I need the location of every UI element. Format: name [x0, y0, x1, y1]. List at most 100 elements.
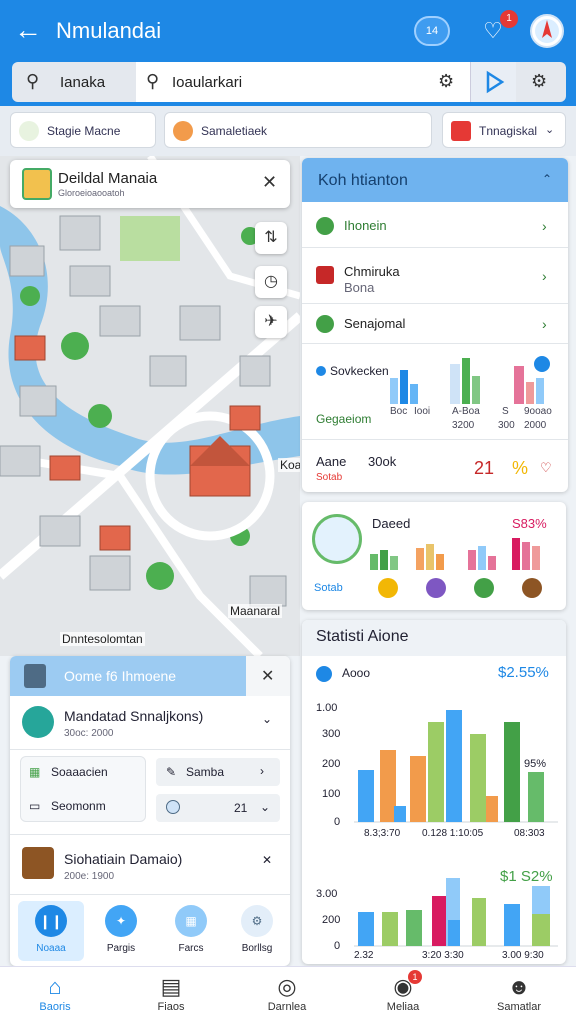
place-subtitle: Gloroeioaooatoh	[58, 188, 125, 198]
statistics-percent: $2.55%	[498, 664, 549, 681]
action-button[interactable]: ⚙ Borllsg	[224, 901, 290, 961]
heart-icon[interactable]: ♡	[540, 460, 552, 476]
action-button[interactable]: ❙❙ Noaaa	[18, 901, 84, 961]
details-row[interactable]: Siohatiain Damaio) 200e: 1900 ✕	[10, 834, 290, 890]
map-label: Maanaral	[228, 604, 283, 618]
speed-icon[interactable]: ◷	[255, 266, 287, 298]
info-panel-title: Koh htianton	[318, 172, 408, 189]
nav-item-profile[interactable]: ☻ Samatlar	[474, 973, 564, 1013]
chevron-right-icon: ›	[260, 764, 264, 778]
task-chip[interactable]: 14	[414, 16, 450, 46]
chevron-right-icon: ›	[542, 218, 547, 234]
details-close-button[interactable]: ✕	[246, 656, 290, 696]
camera-icon: ◉	[393, 974, 413, 999]
stats-link[interactable]: Gegaeiom	[316, 412, 371, 426]
info-row[interactable]: Ihonein ›	[302, 204, 568, 248]
info-row[interactable]: Chmiruka Bona ›	[302, 248, 568, 304]
statistics-legend: Aooo	[342, 666, 371, 680]
temple-icon	[22, 847, 54, 879]
info-row[interactable]: Senajomal ›	[302, 304, 568, 344]
chevron-up-icon[interactable]: ⌃	[542, 172, 552, 186]
chevron-right-icon: ›	[542, 316, 547, 332]
location-search-label: Ianaka	[60, 74, 106, 91]
details-row-sub: 200e: 1900	[64, 871, 115, 882]
bottom-navigation: ⌂ Baoris ▤ Fiaos ◎ Darnlea ◉ Meliaa ☻ Sa…	[0, 966, 576, 1024]
bar-chart-2	[354, 878, 558, 947]
nav-badge: 1	[408, 970, 422, 984]
settings-icon: ⚙	[241, 905, 273, 937]
edit-icon: ✎	[166, 765, 177, 779]
calendar-icon	[451, 121, 471, 141]
bar-chart-1	[354, 710, 558, 823]
nav-label: Fiaos	[157, 1001, 185, 1013]
info-row-label: Senajomal	[344, 316, 406, 331]
gear-icon[interactable]: ⚙	[438, 71, 454, 92]
nav-item-center[interactable]: ◎ Darnlea	[242, 973, 332, 1013]
status-icon	[316, 315, 334, 333]
stat-col-b: Iooi	[414, 406, 431, 417]
option-label: Soaaacien	[51, 765, 108, 779]
summary-percent: %	[512, 458, 529, 478]
chevron-down-icon: ⌄	[260, 800, 271, 814]
x-tick: 08:303	[514, 828, 545, 839]
close-icon[interactable]: ✕	[262, 853, 272, 867]
y-tick: 3.00	[316, 888, 338, 900]
data-card: Daeed S83% Sotab	[302, 502, 566, 610]
info-row-sub: Bona	[344, 280, 375, 295]
play-button[interactable]	[470, 62, 516, 102]
nav-item-files[interactable]: ▤ Fiaos	[126, 973, 216, 1013]
stat-col-a: 9ooao	[524, 406, 552, 417]
close-icon[interactable]: ✕	[262, 172, 277, 193]
back-arrow-icon[interactable]: ←	[14, 14, 46, 46]
filter-dropdown-label: Tnnagiskal	[479, 124, 538, 138]
y-tick: 100	[322, 788, 341, 800]
action-button[interactable]: ✦ Pargis	[88, 901, 154, 961]
nav-item-home[interactable]: ⌂ Baoris	[10, 973, 100, 1013]
avatar[interactable]	[530, 14, 564, 48]
data-card-percent: S83%	[512, 516, 547, 531]
share-icon: ✦	[105, 905, 137, 937]
filter-chip-1[interactable]: Stagie Macne	[10, 112, 156, 148]
option-card[interactable]: ▦ Soaaacien ▭ Seomonm	[20, 756, 146, 822]
person-icon: ☻	[507, 974, 531, 999]
app-bar: ← Nmulandai 14 ♡ 1	[0, 0, 576, 62]
x-tick: 8.3;3:70	[364, 828, 401, 839]
action-label: Borllsg	[241, 943, 273, 954]
details-panel: Oome f6 Ihmoene ✕ Mandatad Snnaljkons) 3…	[10, 656, 290, 966]
dot-icon	[316, 366, 326, 376]
nav-item-media[interactable]: ◉ Meliaa	[358, 973, 448, 1013]
pause-icon: ❙❙	[35, 905, 67, 937]
details-header: Oome f6 Ihmoene	[10, 656, 246, 696]
action-label: Farcs	[178, 943, 204, 954]
search-input-text: Ioaularkari	[172, 74, 243, 91]
x-tick: 0.128 1:10:05	[422, 828, 484, 839]
map-view[interactable]: ⇅ ◷ ✈ Koan Maanaral Dnntesolomtan	[0, 156, 300, 656]
route-icon[interactable]: ⇅	[255, 222, 287, 254]
option-button-label: Samba	[186, 765, 225, 779]
play-icon	[486, 70, 505, 94]
search-row: ⚲ Ianaka ⚲ Ioaularkari ⚙ ⚙	[0, 62, 576, 106]
settings-button[interactable]: ⚙	[516, 62, 566, 102]
statistics-title: Statisti Aione	[316, 628, 409, 645]
stat-col-b: 300	[498, 420, 515, 431]
option-button[interactable]: ✎ Samba ›	[156, 758, 280, 786]
filter-dropdown[interactable]: Tnnagiskal ⌄	[442, 112, 566, 148]
search-input[interactable]: ⚲ Ioaularkari ⚙	[136, 62, 470, 102]
statistics-header: Statisti Aione	[302, 620, 566, 656]
device-icon: ▭	[29, 799, 41, 813]
option-select-value: 21	[234, 801, 248, 815]
option-select[interactable]: 21 ⌄	[156, 794, 280, 822]
plane-icon[interactable]: ✈	[255, 306, 287, 338]
details-row[interactable]: Mandatad Snnaljkons) 30oc: 2000 ⌄	[10, 696, 290, 750]
filter-chip-2[interactable]: Samaletiaek	[164, 112, 432, 148]
action-label: Noaaa	[36, 943, 66, 954]
app-title: Nmulandai	[56, 18, 162, 43]
stat-col-a: A-Boa	[452, 406, 480, 417]
location-search[interactable]: ⚲ Ianaka	[12, 62, 136, 102]
data-card-bars	[370, 538, 540, 570]
place-card[interactable]: Deildal Manaia Gloroeioaooatoh ✕	[10, 160, 290, 208]
action-button[interactable]: ▦ Farcs	[158, 901, 224, 961]
nav-label: Samatlar	[496, 1001, 542, 1013]
stat-col-a: S	[502, 406, 509, 417]
leaf-icon	[19, 121, 39, 141]
